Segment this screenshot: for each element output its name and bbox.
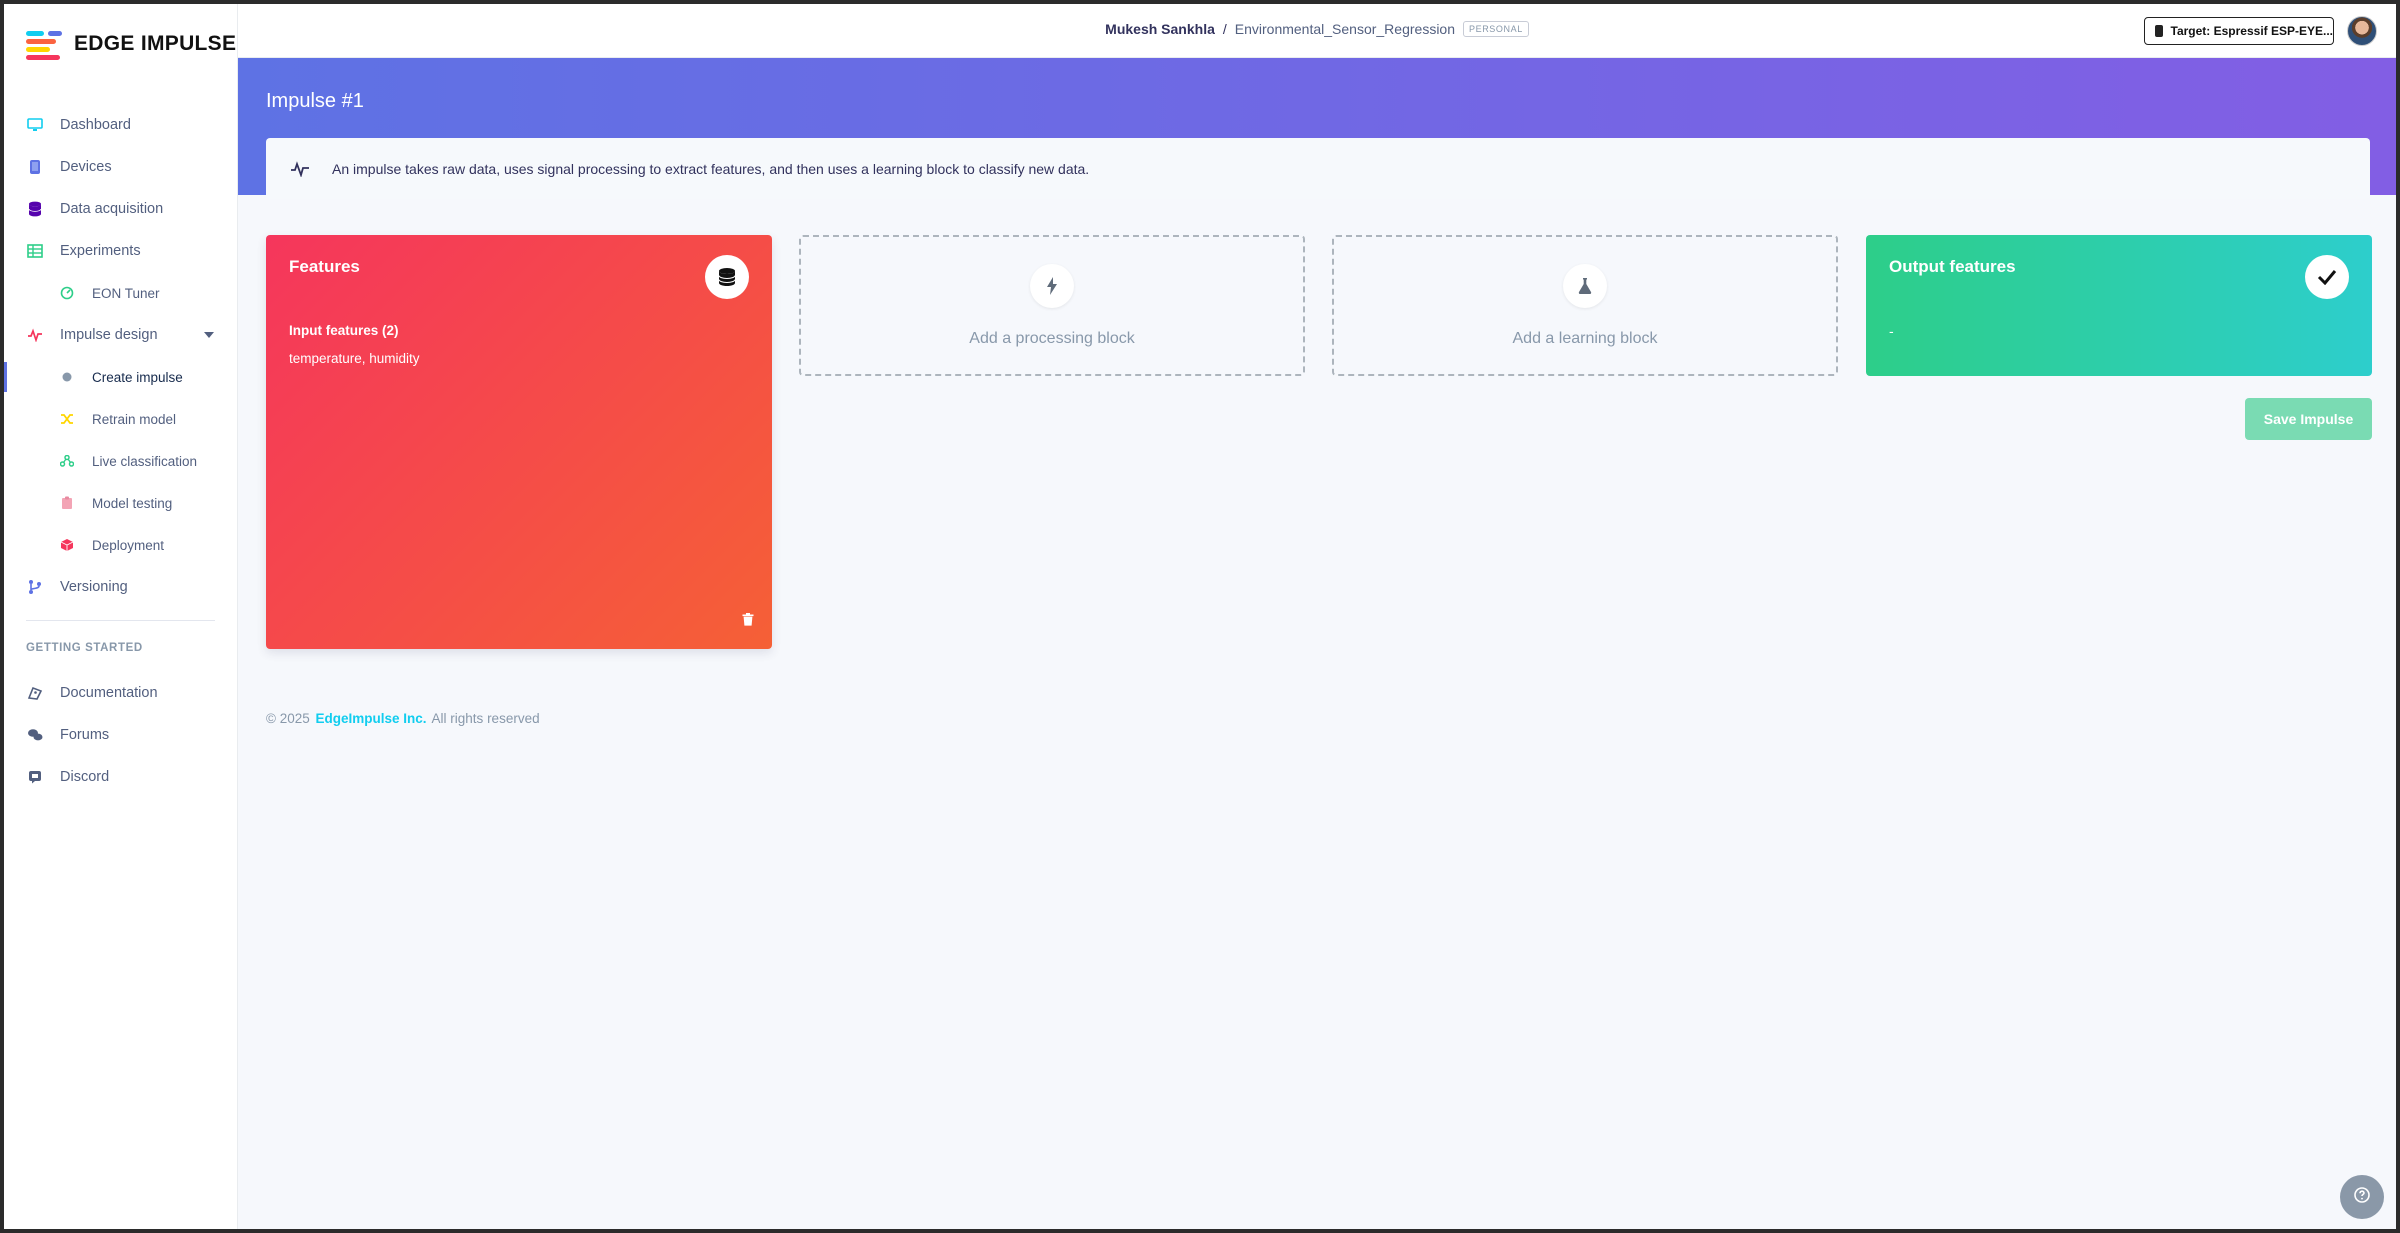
page-header: Impulse #1 An impulse takes raw data, us…: [238, 58, 2396, 199]
sidebar-item-label: Dashboard: [60, 117, 131, 133]
database-icon: [705, 255, 749, 299]
sidebar-item-label: Model testing: [92, 495, 173, 511]
pulse-icon: [26, 326, 44, 344]
sidebar-item-experiments[interactable]: Experiments: [4, 230, 238, 272]
sidebar-item-label: Data acquisition: [60, 201, 164, 217]
output-features-block[interactable]: Output features -: [1866, 235, 2372, 376]
sidebar-item-label: EON Tuner: [92, 285, 160, 301]
sidebar-item-dashboard[interactable]: Dashboard: [4, 104, 238, 146]
sidebar-item-label: Retrain model: [92, 411, 177, 427]
footer-rights: All rights reserved: [431, 711, 540, 726]
help-button[interactable]: [2340, 1175, 2384, 1219]
add-learning-label: Add a learning block: [1512, 329, 1658, 347]
chip-icon: [2155, 25, 2163, 37]
info-text: An impulse takes raw data, uses signal p…: [332, 160, 1090, 177]
sidebar-item-create-impulse[interactable]: Create impulse: [4, 356, 238, 398]
help-nav: Documentation Forums Discord: [4, 672, 238, 798]
pulse-icon: [290, 160, 310, 177]
sidebar-item-eon-tuner[interactable]: EON Tuner: [4, 272, 238, 314]
output-features-title: Output features: [1889, 257, 2016, 276]
question-icon: [2354, 1186, 2370, 1208]
input-features-label: Input features (2): [289, 323, 399, 338]
breadcrumb-project[interactable]: Environmental_Sensor_Regression: [1235, 21, 1455, 37]
sidebar-item-label: Documentation: [60, 685, 158, 701]
add-learning-block[interactable]: Add a learning block: [1332, 235, 1838, 376]
avatar[interactable]: [2347, 16, 2377, 46]
footer-company-link[interactable]: EdgeImpulse Inc.: [316, 711, 427, 726]
sidebar-item-label: Devices: [60, 159, 112, 175]
sidebar-item-label: Forums: [60, 727, 110, 743]
sidebar-item-documentation[interactable]: Documentation: [4, 672, 238, 714]
project-badge: PERSONAL: [1463, 21, 1529, 37]
sidebar-item-label: Versioning: [60, 579, 128, 595]
breadcrumb: Mukesh Sankhla / Environmental_Sensor_Regr…: [238, 21, 2396, 37]
cube-icon: [60, 538, 74, 552]
add-processing-block[interactable]: Add a processing block: [799, 235, 1305, 376]
discord-icon: [26, 768, 44, 786]
sidebar-item-impulse-design[interactable]: Impulse design: [4, 314, 238, 356]
edge-impulse-logo-icon: [26, 29, 64, 60]
monitor-icon: [26, 116, 44, 134]
target-device-button[interactable]: Target: Espressif ESP-EYE...: [2144, 17, 2334, 45]
bolt-icon: [1030, 263, 1074, 308]
sidebar-item-devices[interactable]: Devices: [4, 146, 238, 188]
target-label: Target: Espressif ESP-EYE...: [2170, 24, 2334, 38]
clipboard-icon: [60, 496, 74, 510]
info-box: An impulse takes raw data, uses signal p…: [266, 138, 2370, 199]
sidebar-item-forums[interactable]: Forums: [4, 714, 238, 756]
sidebar-item-label: Deployment: [92, 537, 165, 553]
dot-icon: [60, 370, 74, 384]
trash-icon[interactable]: [742, 613, 754, 631]
add-processing-label: Add a processing block: [969, 329, 1135, 347]
save-impulse-button[interactable]: Save Impulse: [2245, 398, 2372, 440]
forums-icon: [26, 726, 44, 744]
getting-started-heading: GETTING STARTED: [26, 642, 143, 654]
output-features-value: -: [1889, 323, 1894, 339]
docs-icon: [26, 684, 44, 702]
page-title: Impulse #1: [266, 90, 364, 112]
sidebar-item-label: Experiments: [60, 243, 141, 259]
sidebar-divider: [26, 620, 215, 621]
logo[interactable]: EDGE IMPULSE: [26, 28, 236, 60]
features-title: Features: [289, 257, 360, 276]
check-icon: [2305, 255, 2349, 299]
sidebar: EDGE IMPULSE Dashboard Devices Data acqu…: [4, 4, 238, 1229]
sidebar-item-data-acquisition[interactable]: Data acquisition: [4, 188, 238, 230]
table-icon: [26, 242, 44, 260]
logo-text: EDGE IMPULSE: [74, 32, 237, 55]
branch-icon: [26, 578, 44, 596]
sidebar-item-versioning[interactable]: Versioning: [4, 566, 238, 608]
app-window: EDGE IMPULSE Dashboard Devices Data acqu…: [4, 4, 2396, 1229]
device-icon: [26, 158, 44, 176]
sidebar-item-label: Discord: [60, 769, 110, 785]
sidebar-item-deployment[interactable]: Deployment: [4, 524, 238, 566]
sidebar-nav: Dashboard Devices Data acquisition Exper…: [4, 104, 238, 608]
sidebar-item-discord[interactable]: Discord: [4, 756, 238, 798]
shuffle-icon: [60, 412, 74, 426]
footer: © 2025 EdgeImpulse Inc. All rights reser…: [266, 711, 540, 726]
breadcrumb-separator: /: [1222, 21, 1227, 37]
sidebar-item-label: Live classification: [92, 453, 198, 469]
footer-copyright: © 2025: [266, 711, 310, 726]
input-features-value: temperature, humidity: [289, 351, 420, 366]
sidebar-item-live-classification[interactable]: Live classification: [4, 440, 238, 482]
flask-icon: [1563, 263, 1607, 308]
sidebar-item-retrain-model[interactable]: Retrain model: [4, 398, 238, 440]
sidebar-item-label: Create impulse: [92, 369, 183, 385]
sidebar-item-label: Impulse design: [60, 327, 158, 343]
sidebar-item-model-testing[interactable]: Model testing: [4, 482, 238, 524]
topbar: Mukesh Sankhla / Environmental_Sensor_Regr…: [238, 4, 2396, 58]
chevron-down-icon[interactable]: [204, 332, 214, 338]
tuner-icon: [60, 286, 74, 300]
database-icon: [26, 200, 44, 218]
breadcrumb-user[interactable]: Mukesh Sankhla: [1105, 21, 1215, 37]
nodes-icon: [60, 454, 74, 468]
features-block[interactable]: Features Input features (2) temperature,…: [266, 235, 772, 649]
